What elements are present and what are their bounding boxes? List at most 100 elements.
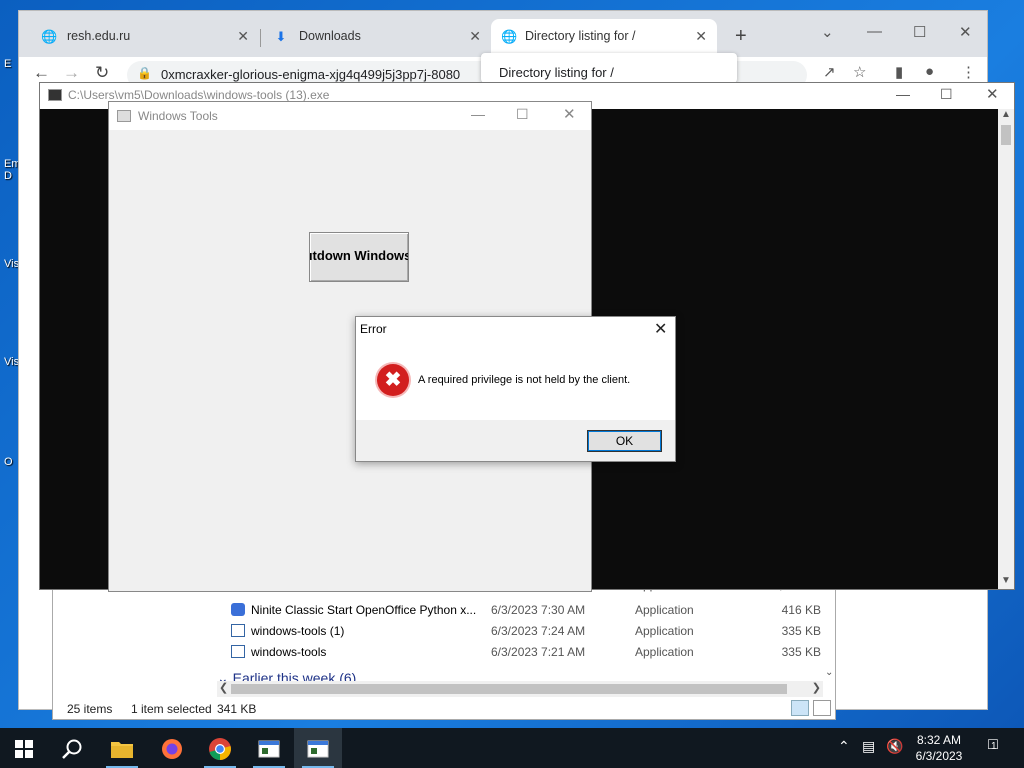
vertical-scrollbar[interactable]: ▲ ▼ (998, 109, 1014, 589)
app-icon (117, 110, 131, 122)
clock-time: 8:32 AM (916, 733, 962, 747)
dialog-title: Error (360, 322, 387, 336)
application-icon (258, 740, 280, 758)
application-icon (231, 624, 245, 637)
file-date: 6/3/2023 7:21 AM (491, 645, 586, 659)
taskbar-file-explorer[interactable] (98, 728, 146, 768)
ninite-icon (231, 603, 245, 616)
tab-directory-listing[interactable]: 🌐 Directory listing for / ✕ (491, 19, 717, 57)
tab-hover-card: Directory listing for / (481, 53, 737, 83)
tab-label: Downloads (299, 29, 361, 43)
search-icon (62, 739, 82, 759)
tab-strip: 🌐 resh.edu.ru ✕ ⬇ Downloads ✕ 🌐 Director… (19, 11, 987, 57)
taskbar-chrome[interactable] (196, 728, 244, 768)
details-view-icon[interactable] (791, 700, 809, 716)
tab-label: resh.edu.ru (67, 29, 131, 43)
firefox-icon (162, 738, 182, 759)
globe-icon: 🌐 (501, 29, 518, 44)
file-type: Application (635, 645, 694, 659)
clock[interactable]: 8:32 AM 6/3/2023 (904, 732, 974, 764)
close-icon[interactable]: ✕ (654, 319, 667, 339)
scroll-down-icon[interactable]: ⌄ (825, 667, 833, 678)
new-tab-button[interactable]: + (735, 25, 747, 48)
file-name: windows-tools (251, 645, 327, 659)
windows-tools-title-bar: Windows Tools — ☐ ✕ (109, 102, 591, 130)
back-icon[interactable]: ← (33, 63, 50, 83)
share-icon[interactable]: ↗ (823, 63, 836, 81)
tab-label: Directory listing for / (525, 29, 636, 43)
file-name: windows-tools (1) (251, 624, 345, 638)
maximize-icon[interactable]: ☐ (516, 106, 529, 123)
tab-hover-title: Directory listing for / (499, 65, 614, 80)
close-icon[interactable]: ✕ (563, 105, 576, 123)
taskbar-app-window[interactable] (245, 728, 293, 768)
minimize-icon[interactable]: — (471, 106, 485, 122)
clock-date: 6/3/2023 (915, 749, 963, 763)
forward-icon[interactable]: → (63, 63, 80, 83)
item-count: 25 items (67, 702, 113, 716)
close-icon[interactable]: ✕ (695, 28, 707, 45)
file-type: Application (635, 624, 694, 638)
application-icon (231, 645, 245, 658)
reload-icon[interactable]: ↻ (95, 63, 109, 83)
url-text: 0xmcraxker-glorious-enigma-xjg4q499j5j3p… (161, 67, 461, 82)
chrome-icon (209, 737, 231, 760)
console-icon (48, 89, 62, 101)
selection-size: 341 KB (217, 702, 257, 716)
taskbar: ⌃ ▤ 🔇 8:32 AM 6/3/2023 □ 1 (0, 728, 1024, 768)
file-size: 416 KB (781, 603, 821, 617)
menu-icon[interactable]: ⋮ (961, 63, 976, 81)
console-title: C:\Users\vm5\Downloads\windows-tools (13… (68, 88, 330, 102)
scrollbar-thumb[interactable] (1001, 125, 1011, 145)
status-bar: 25 items 1 item selected 341 KB (53, 699, 835, 719)
scrollbar-thumb[interactable] (231, 684, 787, 694)
application-icon (307, 740, 329, 758)
volume-muted-icon[interactable]: 🔇 (886, 738, 903, 755)
list-item[interactable]: Ninite Classic Start OpenOffice Python x… (229, 600, 829, 621)
minimize-icon[interactable]: — (867, 23, 882, 40)
maximize-icon[interactable]: ☐ (940, 86, 953, 103)
horizontal-scrollbar[interactable]: ❮ ❯ (217, 681, 823, 697)
scroll-right-icon[interactable]: ❯ (812, 681, 821, 694)
close-icon[interactable]: ✕ (469, 28, 481, 45)
bookmark-star-icon[interactable]: ☆ (853, 63, 866, 81)
list-item[interactable]: windows-tools (1) 6/3/2023 7:24 AM Appli… (229, 621, 829, 642)
file-name: Ninite Classic Start OpenOffice Python x… (251, 603, 477, 617)
file-type: Application (635, 603, 694, 617)
list-item[interactable]: windows-tools 6/3/2023 7:21 AM Applicati… (229, 642, 829, 663)
file-date: 6/3/2023 7:24 AM (491, 624, 586, 638)
tab-downloads[interactable]: ⬇ Downloads ✕ (259, 19, 491, 57)
large-icons-view-icon[interactable] (813, 700, 831, 716)
network-icon[interactable]: ▤ (862, 738, 875, 755)
close-icon[interactable]: ✕ (959, 23, 972, 41)
close-icon[interactable]: ✕ (237, 28, 249, 45)
tab-search-icon[interactable]: ⌄ (821, 23, 834, 41)
globe-icon: 🌐 (41, 29, 58, 44)
shutdown-button-label: Shutdown Windows (310, 248, 409, 263)
search-button[interactable] (48, 728, 96, 768)
taskbar-firefox[interactable] (148, 728, 196, 768)
download-icon: ⬇ (275, 29, 287, 44)
selection-count: 1 item selected (131, 702, 212, 716)
notification-center-button[interactable]: □ 1 (980, 736, 1006, 758)
tab-resh[interactable]: 🌐 resh.edu.ru ✕ (27, 19, 259, 57)
file-explorer-window: Application 35,211 KB Ninite Classic Sta… (52, 580, 836, 720)
windows-logo-icon (15, 739, 33, 758)
scroll-left-icon[interactable]: ❮ (219, 681, 228, 694)
side-panel-icon[interactable]: ▮ (895, 63, 903, 81)
start-button[interactable] (0, 728, 48, 768)
error-dialog: Error ✕ ✖ A required privilege is not he… (355, 316, 676, 462)
scroll-down-icon[interactable]: ▼ (1001, 575, 1011, 586)
lock-icon: 🔒 (137, 66, 152, 80)
window-title: Windows Tools (138, 109, 218, 123)
shutdown-windows-button[interactable]: Shutdown Windows (309, 232, 409, 282)
ok-button[interactable]: OK (587, 430, 662, 452)
file-size: 335 KB (781, 645, 821, 659)
scroll-up-icon[interactable]: ▲ (1001, 109, 1011, 120)
close-icon[interactable]: ✕ (986, 85, 999, 103)
taskbar-app-window-active[interactable] (294, 728, 342, 768)
chevron-up-icon[interactable]: ⌃ (838, 738, 850, 755)
profile-avatar-icon[interactable]: ● (925, 63, 934, 80)
minimize-icon[interactable]: — (896, 86, 910, 102)
maximize-icon[interactable]: ☐ (913, 23, 926, 41)
